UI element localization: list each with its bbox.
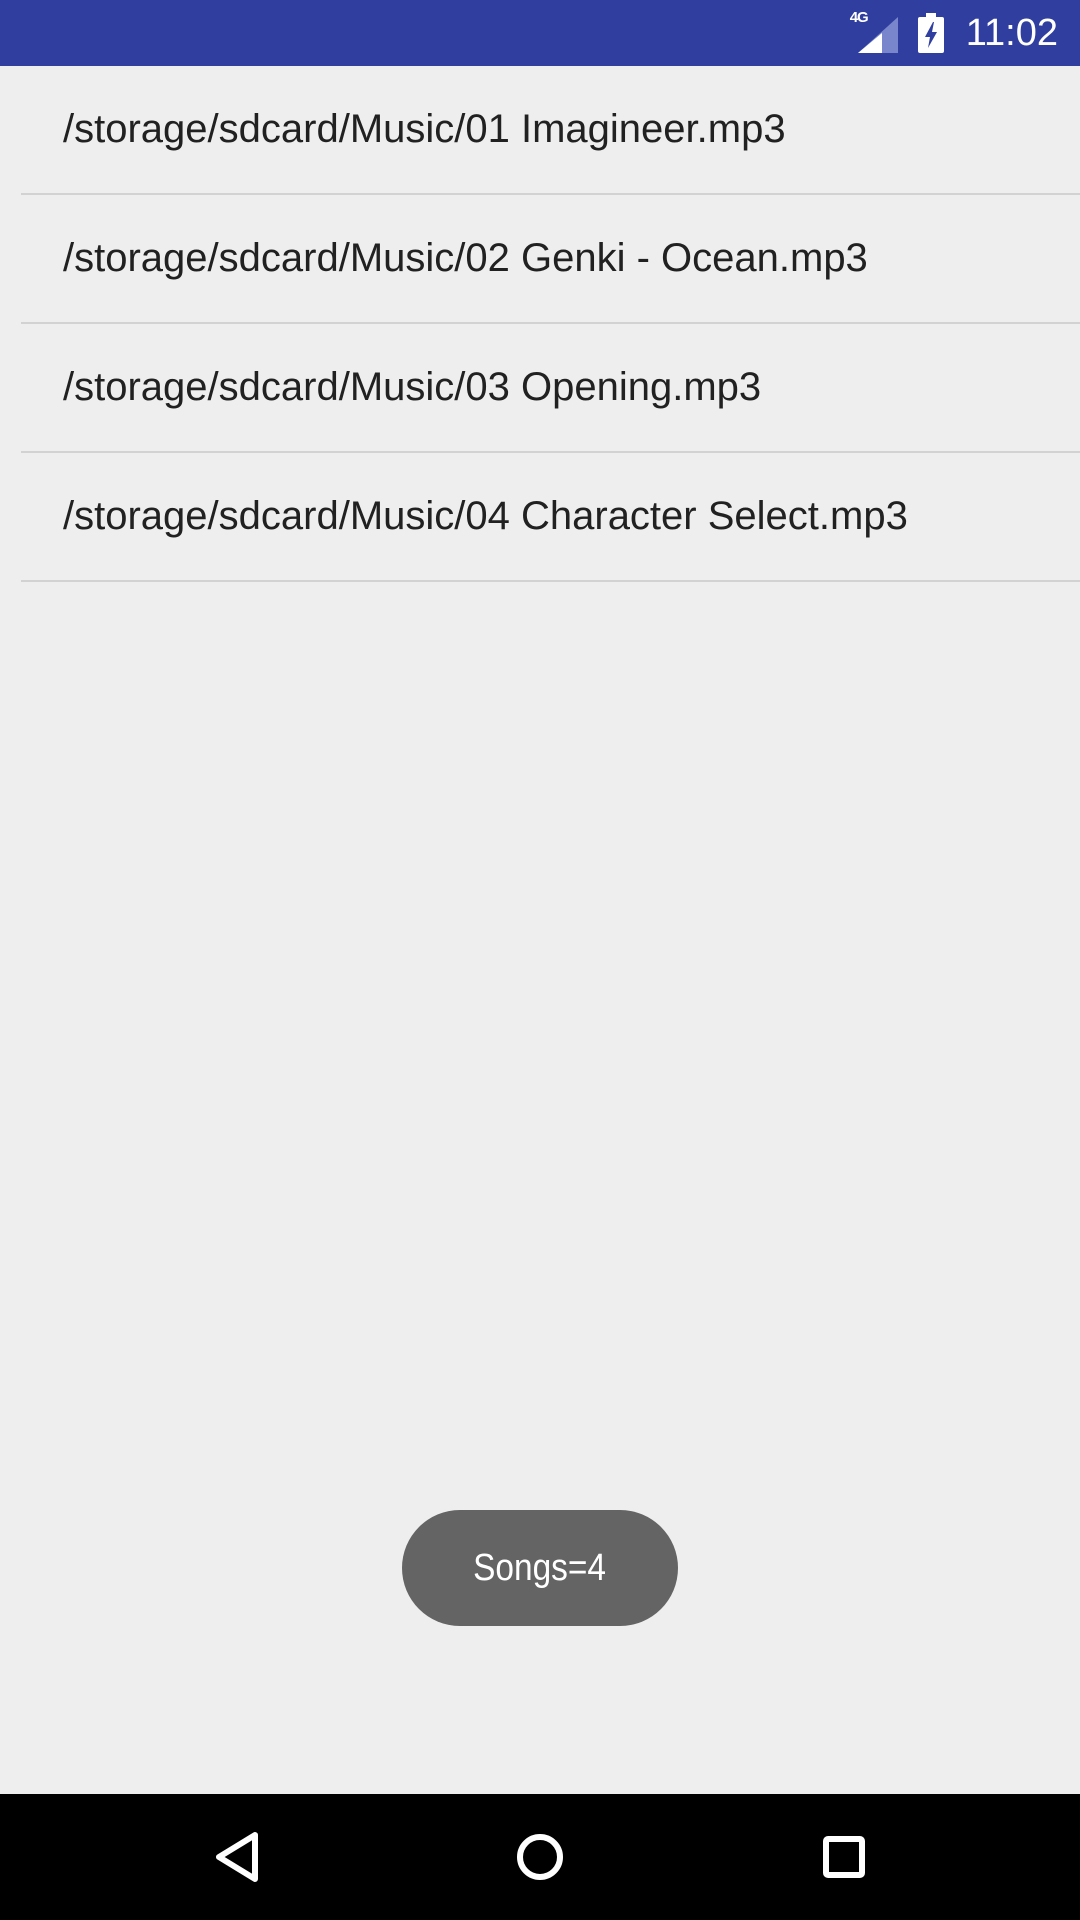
toast-message: Songs=4	[473, 1546, 607, 1589]
back-button[interactable]	[167, 1794, 307, 1920]
song-list-item[interactable]: /storage/sdcard/Music/04 Character Selec…	[21, 453, 1080, 582]
screen: 4G 11:02 /storage/sdcard/Music/01 Imagin…	[0, 0, 1080, 1920]
song-list-item[interactable]: /storage/sdcard/Music/02 Genki - Ocean.m…	[21, 195, 1080, 324]
home-button[interactable]	[470, 1794, 610, 1920]
recents-icon	[823, 1836, 865, 1878]
song-list-item[interactable]: /storage/sdcard/Music/01 Imagineer.mp3	[21, 66, 1080, 195]
toast: Songs=4	[402, 1510, 678, 1626]
battery-charging-icon	[917, 13, 944, 53]
signal-icon	[857, 17, 898, 53]
home-icon	[517, 1834, 563, 1880]
status-bar: 4G 11:02	[0, 0, 1080, 66]
navigation-bar	[0, 1794, 1080, 1920]
song-path: /storage/sdcard/Music/01 Imagineer.mp3	[63, 107, 786, 151]
back-icon	[216, 1832, 258, 1882]
song-path: /storage/sdcard/Music/02 Genki - Ocean.m…	[63, 236, 868, 280]
status-icons: 4G 11:02	[850, 0, 1058, 66]
song-path: /storage/sdcard/Music/04 Character Selec…	[63, 494, 908, 538]
recents-button[interactable]	[774, 1794, 914, 1920]
song-path: /storage/sdcard/Music/03 Opening.mp3	[63, 365, 762, 409]
song-list-item[interactable]: /storage/sdcard/Music/03 Opening.mp3	[21, 324, 1080, 453]
status-clock: 11:02	[965, 12, 1058, 54]
song-list: /storage/sdcard/Music/01 Imagineer.mp3 /…	[0, 66, 1080, 582]
cell-signal: 4G	[850, 9, 898, 53]
